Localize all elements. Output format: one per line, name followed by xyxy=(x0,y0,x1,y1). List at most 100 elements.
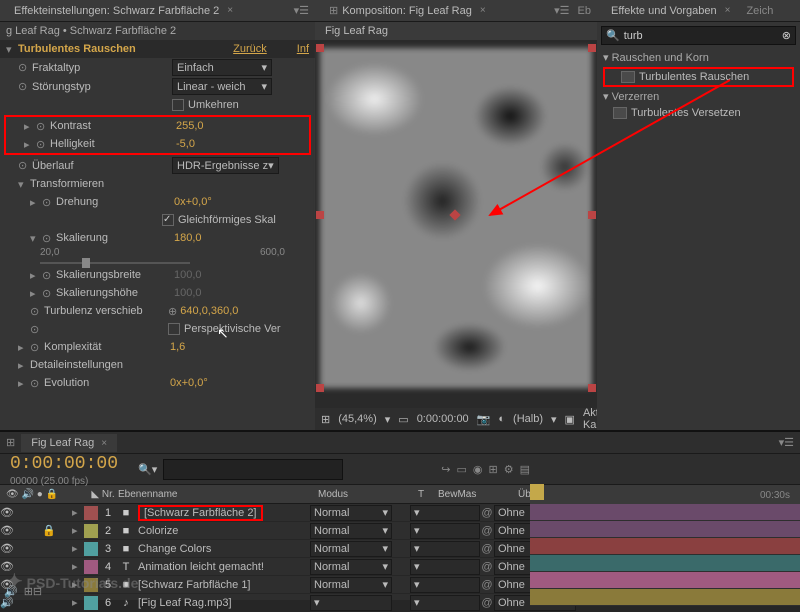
stopwatch-icon[interactable]: ⊙ xyxy=(18,159,32,172)
timeline-tab[interactable]: Fig Leaf Rag × xyxy=(21,434,117,452)
effect-group[interactable]: Verzerren xyxy=(612,91,660,103)
handle-bl[interactable] xyxy=(316,384,324,392)
label-icon[interactable]: ◣ xyxy=(91,489,99,500)
layer-color[interactable] xyxy=(84,524,98,538)
blend-mode-select[interactable]: Normal▾ xyxy=(310,577,392,593)
chevron-right-icon[interactable]: ▸ xyxy=(18,341,30,354)
layer-color[interactable] xyxy=(84,542,98,556)
composition-tab[interactable]: ⊞ Komposition: Fig Leaf Rag × xyxy=(321,1,494,20)
stopwatch-icon[interactable]: ⊙ xyxy=(30,377,44,390)
handle-mr[interactable] xyxy=(588,211,596,219)
current-time[interactable]: 0:00:00:00 xyxy=(0,452,128,476)
track-matte-select[interactable]: ▾ xyxy=(410,505,480,521)
layer-name[interactable]: Animation leicht gemacht! xyxy=(134,561,310,573)
komplexitaet-value[interactable]: 1,6 xyxy=(170,341,185,353)
layer-bar[interactable] xyxy=(530,589,800,606)
zoom-level[interactable]: (45,4%) xyxy=(338,413,377,425)
expand-layer[interactable]: ▸ xyxy=(72,524,84,537)
panel-menu-icon[interactable]: ▾☰ xyxy=(294,4,309,17)
region-icon[interactable]: ▣ xyxy=(565,413,575,426)
stopwatch-icon[interactable]: ⊙ xyxy=(30,341,44,354)
timeline-search[interactable] xyxy=(163,459,343,480)
track-matte-select[interactable]: ▾ xyxy=(410,595,480,611)
umkehren-checkbox[interactable] xyxy=(172,99,184,111)
layer-bar[interactable] xyxy=(530,521,800,538)
chevron-right-icon[interactable]: ▸ xyxy=(18,377,30,390)
speaker-icon[interactable]: 🔊 xyxy=(21,489,33,500)
clear-search-icon[interactable]: ⊗ xyxy=(782,29,791,42)
layer-name[interactable]: [Fig Leaf Rag.mp3] xyxy=(134,597,310,609)
blend-mode-select[interactable]: Normal▾ xyxy=(310,559,392,575)
stopwatch-icon[interactable]: ⊙ xyxy=(42,196,56,209)
helligkeit-value[interactable]: -5,0 xyxy=(176,138,195,150)
layer-name[interactable]: Colorize xyxy=(134,525,310,537)
layer-color[interactable] xyxy=(84,596,98,610)
blend-mode-select[interactable]: ▾ xyxy=(310,595,392,611)
grid-icon[interactable]: ⊞ xyxy=(321,413,330,426)
close-icon[interactable]: × xyxy=(227,5,233,16)
time-ruler[interactable]: 00:30s xyxy=(530,488,800,504)
solo-icon[interactable]: ● xyxy=(37,489,43,500)
layer-name[interactable]: [Schwarz Farbfläche 2] xyxy=(134,507,310,519)
chevron-down-icon[interactable]: ▾ xyxy=(6,43,18,56)
flowchart-icon[interactable]: ⊞ xyxy=(0,436,21,449)
comp-subtab[interactable]: Fig Leaf Rag xyxy=(325,25,388,37)
pickwhip-icon[interactable]: @ xyxy=(480,561,494,573)
chevron-down-icon[interactable]: ▾ xyxy=(18,178,30,191)
stopwatch-icon[interactable]: ⊙ xyxy=(18,61,32,74)
close-icon[interactable]: × xyxy=(480,5,486,16)
close-icon[interactable]: × xyxy=(725,5,731,16)
stopwatch-icon[interactable]: ⊙ xyxy=(30,305,44,318)
info-link[interactable]: Inf xyxy=(297,43,309,55)
handle-br[interactable] xyxy=(588,384,596,392)
effect-controls-tab[interactable]: Effekteinstellungen: Schwarz Farbfläche … xyxy=(6,2,241,20)
chevron-down-icon[interactable]: ▾ xyxy=(603,91,609,103)
adjacent-tab[interactable]: Zeich xyxy=(746,5,773,17)
skalierung-value[interactable]: 180,0 xyxy=(174,232,202,244)
motion-blur-icon[interactable]: ◉ xyxy=(473,463,483,476)
visibility-toggle[interactable]: 👁 xyxy=(0,542,14,555)
frame-blend-icon[interactable]: ▭ xyxy=(456,463,466,476)
reset-link[interactable]: Zurück xyxy=(233,43,267,55)
composition-viewer[interactable] xyxy=(320,48,592,388)
pickwhip-icon[interactable]: @ xyxy=(480,507,494,519)
lock-icon[interactable]: 🔒 xyxy=(46,489,58,500)
effect-name[interactable]: Turbulentes Rauschen xyxy=(18,43,233,55)
drehung-value[interactable]: 0x+0,0° xyxy=(174,196,212,208)
graph-icon[interactable]: ⊞ xyxy=(489,463,498,476)
handle-tr[interactable] xyxy=(588,44,596,52)
playhead[interactable] xyxy=(530,484,544,500)
adjacent-tab[interactable]: Eb xyxy=(578,5,591,17)
handle-tl[interactable] xyxy=(316,44,324,52)
camera-icon[interactable]: 📷 xyxy=(477,413,491,426)
effects-search[interactable]: 🔍 turb ⊗ xyxy=(601,26,796,45)
draft-icon[interactable]: ▤ xyxy=(520,463,530,476)
effect-group[interactable]: Rauschen und Korn xyxy=(612,52,709,64)
crosshair-icon[interactable]: ⊕ xyxy=(168,305,177,318)
shy-icon[interactable]: ↪ xyxy=(441,463,450,476)
fraktaltyp-select[interactable]: Einfach▾ xyxy=(172,59,272,76)
layer-icon[interactable]: ▭ xyxy=(398,413,408,426)
brain-icon[interactable]: ⚙ xyxy=(504,463,514,476)
pickwhip-icon[interactable]: @ xyxy=(480,597,494,609)
track-matte-select[interactable]: ▾ xyxy=(410,523,480,539)
panel-menu-icon[interactable]: ▾☰ xyxy=(554,4,569,17)
layer-bar[interactable] xyxy=(530,572,800,589)
visibility-toggle[interactable]: 👁 xyxy=(0,524,14,537)
chevron-down-icon[interactable]: ▾ xyxy=(603,52,609,64)
layer-name[interactable]: [Schwarz Farbfläche 1] xyxy=(134,579,310,591)
track-matte-select[interactable]: ▾ xyxy=(410,541,480,557)
pickwhip-icon[interactable]: @ xyxy=(480,543,494,555)
skalierung-slider[interactable] xyxy=(40,262,190,264)
blend-mode-select[interactable]: Normal▾ xyxy=(310,541,392,557)
gleichfoermig-checkbox[interactable] xyxy=(162,214,174,226)
chevron-right-icon[interactable]: ▸ xyxy=(18,359,30,372)
chevron-right-icon[interactable]: ▸ xyxy=(24,120,36,133)
perspektiv-checkbox[interactable] xyxy=(168,323,180,335)
expand-layer[interactable]: ▸ xyxy=(72,542,84,555)
turbulenz-value[interactable]: 640,0,360,0 xyxy=(180,305,238,317)
kontrast-value[interactable]: 255,0 xyxy=(176,120,204,132)
layer-bar[interactable] xyxy=(530,538,800,555)
layer-color[interactable] xyxy=(84,506,98,520)
effect-item-turbulent-displace[interactable]: Turbulentes Versetzen xyxy=(597,105,800,121)
